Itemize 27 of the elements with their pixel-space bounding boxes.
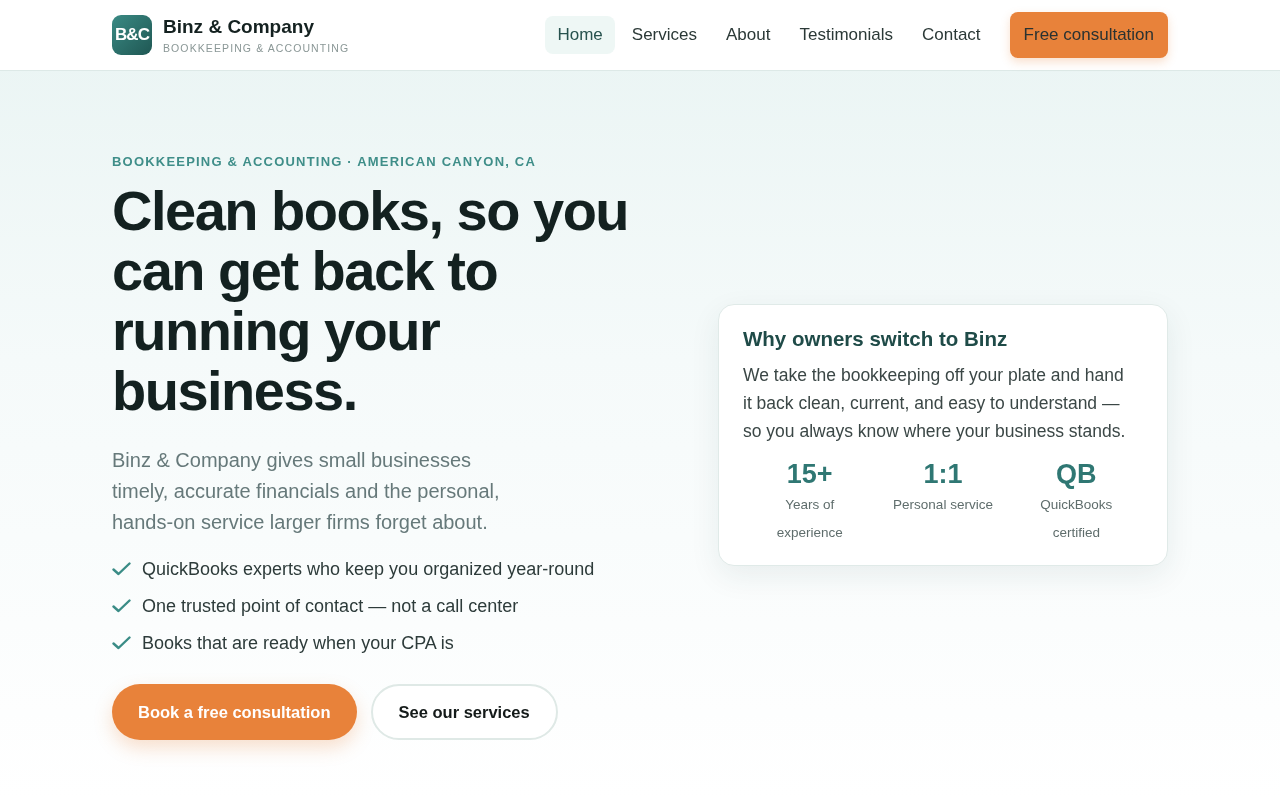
check-icon bbox=[112, 599, 131, 613]
brand-name: Binz & Company bbox=[163, 16, 315, 38]
eyebrow-text: BOOKKEEPING & ACCOUNTING · AMERICAN CANYON, CA bbox=[112, 154, 538, 169]
consultation-button[interactable]: Free consultation bbox=[1009, 12, 1168, 58]
nav-link[interactable]: Home bbox=[545, 16, 615, 54]
nav-link[interactable]: About bbox=[714, 16, 783, 54]
check-icon bbox=[112, 562, 131, 576]
brand-tagline: BOOKKEEPING & ACCOUNTING bbox=[163, 42, 350, 54]
intro-paragraph: Binz & Company gives small businesses timely, accurate financials and the personal, hands-on service larger firms forget about. bbox=[112, 448, 501, 535]
stat-value: 1:1 bbox=[923, 457, 963, 491]
stat-label: Personal service bbox=[893, 495, 993, 514]
stat-value: 15+ bbox=[786, 457, 833, 491]
nav-link[interactable]: Services bbox=[619, 16, 709, 54]
logo-mark[interactable]: B&C bbox=[112, 15, 152, 55]
stat-value: QB bbox=[1056, 457, 1097, 491]
benefit-text: Books that are ready when your CPA is bbox=[142, 632, 454, 654]
card-title: Why owners switch to Binz bbox=[743, 326, 1009, 351]
stat-label: Years of experience bbox=[775, 495, 844, 542]
nav-link[interactable]: Contact bbox=[910, 16, 993, 54]
check-icon bbox=[112, 636, 131, 650]
stat-label: QuickBooks certified bbox=[1039, 495, 1114, 542]
services-button[interactable]: See our services bbox=[370, 684, 558, 740]
hero-headline: Clean books, so you can get back to running your business. bbox=[112, 181, 630, 421]
benefit-text: QuickBooks experts who keep you organized year-round bbox=[142, 558, 595, 580]
card-text: We take the bookkeeping off your plate and hand it back clean, current, and easy to understand — so you always know where your business stands. bbox=[743, 363, 1127, 443]
benefit-text: One trusted point of contact — not a call center bbox=[142, 595, 519, 617]
nav-link[interactable]: Testimonials bbox=[787, 16, 905, 54]
